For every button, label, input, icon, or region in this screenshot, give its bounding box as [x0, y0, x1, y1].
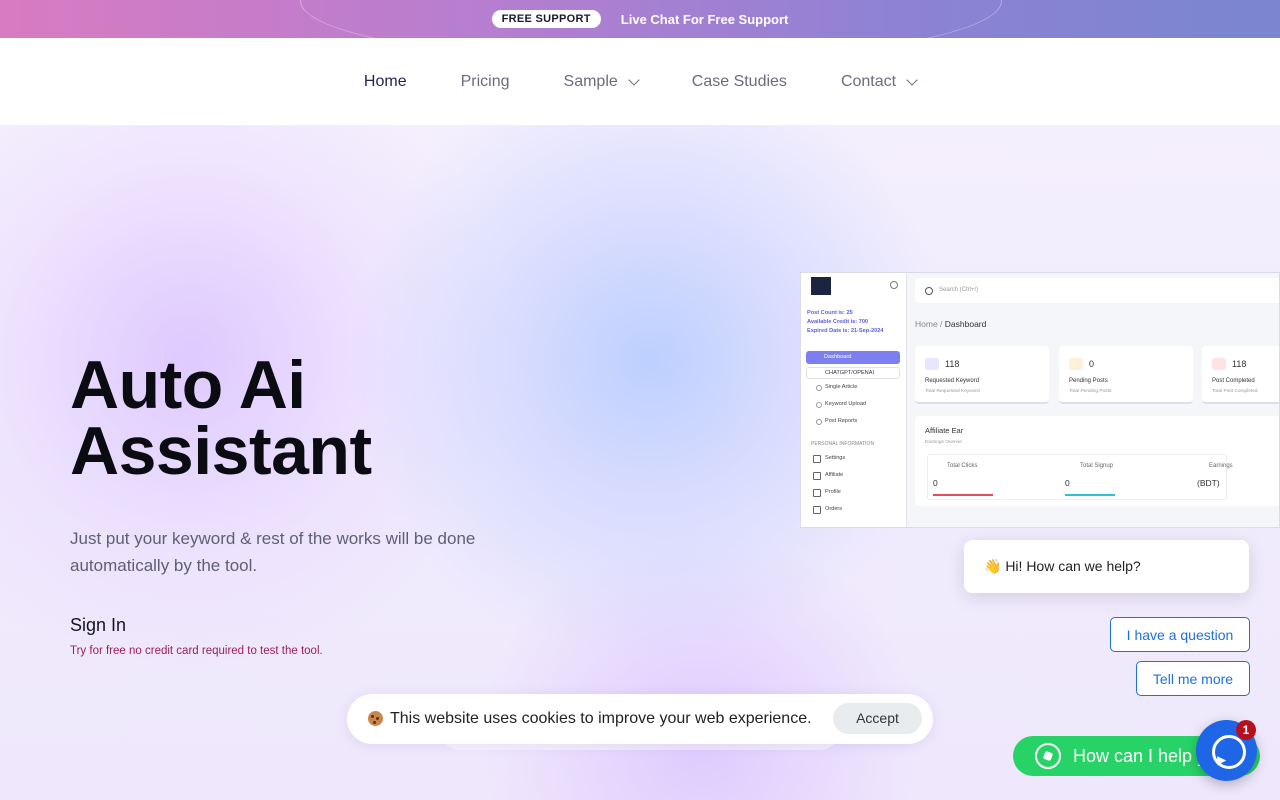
stat-card-requested: 118 Requested Keyword Total Requested Ke… — [915, 346, 1049, 404]
sidebar-item-chatgpt: CHATGPT/OPENAI — [806, 367, 900, 379]
chat-option-tell-more[interactable]: Tell me more — [1136, 661, 1250, 696]
sidebar-item-post-reports: Post Reports — [815, 418, 858, 425]
sidebar-item-orders: Orders — [812, 506, 843, 514]
metric-earnings: Earnings — [1209, 463, 1233, 469]
settings-icon — [890, 281, 898, 289]
sidebar-item-dashboard: Dashboard — [806, 351, 900, 364]
free-support-badge: FREE SUPPORT — [491, 10, 601, 28]
nav-contact[interactable]: Contact — [841, 73, 918, 91]
pending-icon — [1069, 358, 1083, 370]
stat-card-pending: 0 Pending Posts Total Pending Posts — [1059, 346, 1193, 404]
sign-in-link[interactable]: Sign In — [70, 615, 126, 636]
top-announcement-bar: FREE SUPPORT Live Chat For Free Support — [0, 0, 1280, 38]
dashboard-search: Search (Ctrl+/) — [915, 278, 1279, 303]
keyword-icon — [925, 358, 939, 370]
hero-subtitle: Just put your keyword & rest of the work… — [70, 529, 476, 575]
sidebar-item-settings: Settings — [812, 455, 846, 463]
breadcrumb: Home / Dashboard — [915, 319, 987, 329]
nav-home[interactable]: Home — [364, 73, 407, 91]
metric-total-clicks: Total Clicks — [947, 463, 978, 469]
chevron-down-icon — [628, 73, 640, 86]
sidebar-item-profile: Profile — [813, 489, 841, 497]
chevron-down-icon — [906, 73, 918, 86]
try-free-note: Try for free no credit card required to … — [70, 645, 323, 657]
hero-title: Auto Ai Assistant — [70, 347, 372, 489]
notification-badge: 1 — [1236, 720, 1256, 740]
dashboard-preview: Post Count is: 25 Available Credit is: 7… — [800, 272, 1280, 528]
chat-greeting-bubble: 👋 Hi! How can we help? — [964, 540, 1249, 593]
stat-card-completed: 118 Post Completed Total Post Completed — [1202, 346, 1279, 404]
main-nav: Home Pricing Sample Case Studies Contact — [0, 38, 1280, 125]
affiliate-earnings-panel: Affiliate Ear Earnings Overvie Total Cli… — [915, 416, 1279, 506]
chat-option-question[interactable]: I have a question — [1110, 617, 1250, 652]
live-chat-link[interactable]: Live Chat For Free Support — [621, 12, 789, 27]
sidebar-section-label: PERSONAL INFORMATION — [811, 441, 875, 447]
sidebar-item-keyword-upload: Keyword Upload — [815, 401, 867, 408]
whatsapp-icon — [1035, 743, 1061, 769]
sidebar-item-single-article: Single Article — [815, 384, 858, 391]
nav-case-studies[interactable]: Case Studies — [692, 73, 787, 91]
metric-total-signup: Total Signup — [1080, 463, 1114, 469]
account-info: Post Count is: 25 Available Credit is: 7… — [807, 310, 884, 334]
nav-pricing[interactable]: Pricing — [461, 73, 510, 91]
accept-cookies-button[interactable]: Accept — [833, 703, 922, 734]
dashboard-sidebar: Post Count is: 25 Available Credit is: 7… — [801, 273, 907, 527]
completed-icon — [1212, 358, 1226, 370]
sidebar-item-affiliate: Affiliate — [812, 472, 844, 480]
cookie-icon — [368, 711, 383, 726]
app-logo — [811, 277, 831, 295]
nav-sample[interactable]: Sample — [564, 73, 640, 91]
